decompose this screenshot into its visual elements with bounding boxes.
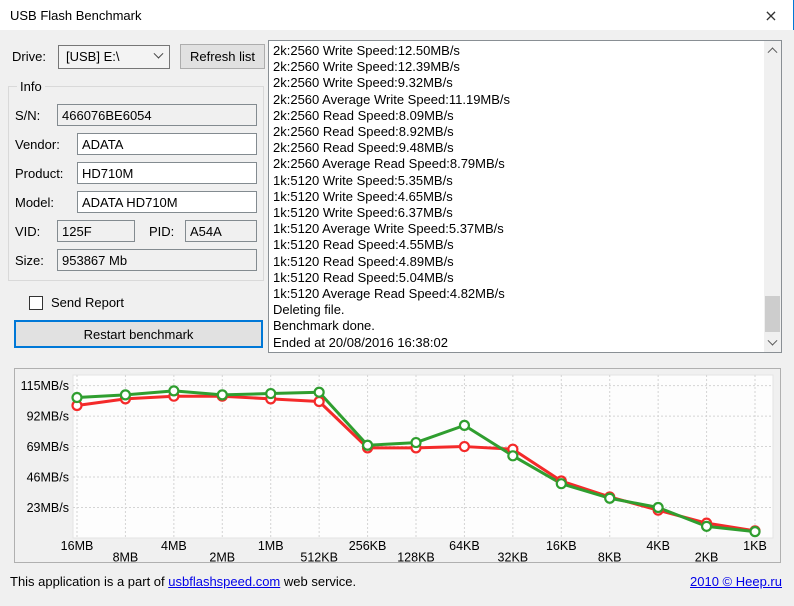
title-bar: USB Flash Benchmark × (0, 0, 794, 30)
svg-text:512KB: 512KB (300, 551, 338, 563)
log-line: 2k:2560 Write Speed:12.50MB/s (273, 43, 460, 58)
benchmark-chart: 23MB/s 46MB/s 69MB/s 92MB/s 115MB/s 16MB 8MB 4M… (14, 368, 781, 563)
svg-text:46MB/s: 46MB/s (27, 471, 69, 485)
left-panel: Drive: [USB] E:\ Refresh list Info S/N: … (0, 30, 266, 348)
model-field[interactable] (77, 191, 257, 213)
footer-text-after: web service. (280, 574, 357, 589)
vendor-field[interactable] (77, 133, 257, 155)
drive-select[interactable]: [USB] E:\ (58, 44, 170, 69)
log-line: 2k:2560 Average Write Speed:11.19MB/s (273, 91, 511, 107)
log-line: 1k:5120 Average Read Speed:4.82MB/s (273, 286, 505, 302)
info-legend: Info (20, 79, 42, 94)
log-line: 1k:5120 Read Speed:4.89MB/s (273, 253, 454, 269)
log-line: 1k:5120 Write Speed:5.35MB/s (273, 172, 453, 188)
log-line: 2k:2560 Read Speed:8.92MB/s (273, 124, 454, 140)
restart-benchmark-button[interactable]: Restart benchmark (14, 320, 263, 348)
log-line: Benchmark done. (273, 318, 375, 334)
svg-text:115MB/s: 115MB/s (21, 379, 69, 393)
footer: This application is a part of usbflashsp… (0, 572, 794, 589)
vid-field[interactable] (57, 220, 135, 242)
svg-text:2KB: 2KB (695, 551, 719, 563)
svg-text:8KB: 8KB (598, 551, 622, 563)
log-line: 1k:5120 Write Speed:4.65MB/s (273, 188, 453, 204)
sn-field[interactable] (57, 104, 257, 126)
close-icon: × (764, 5, 778, 25)
chevron-up-icon (767, 47, 778, 58)
speed-chart-svg: 23MB/s 46MB/s 69MB/s 92MB/s 115MB/s 16MB 8MB 4M… (21, 374, 774, 563)
usbflashspeed-link[interactable]: usbflashspeed.com (168, 574, 280, 589)
footer-text-before: This application is a part of (10, 574, 169, 589)
log-line: 2k:2560 Read Speed:9.48MB/s (273, 140, 454, 156)
copyright-link[interactable]: 2010 © Heep.ru (690, 574, 782, 589)
svg-text:8MB: 8MB (113, 551, 139, 563)
log-line: 1k:5120 Average Write Speed:5.37MB/s (273, 221, 504, 237)
scrollbar-thumb[interactable] (765, 296, 780, 332)
svg-text:23MB/s: 23MB/s (27, 501, 69, 515)
send-report-row: Send Report (29, 295, 266, 310)
log-line: 1k:5120 Read Speed:5.04MB/s (273, 269, 454, 285)
log-line: 2k:2560 Write Speed:9.32MB/s (273, 75, 453, 91)
svg-text:256KB: 256KB (349, 539, 387, 553)
vendor-row: Vendor: (15, 133, 257, 155)
close-button[interactable]: × (749, 0, 793, 30)
window-title: USB Flash Benchmark (10, 7, 142, 23)
send-report-label: Send Report (51, 295, 124, 310)
sn-label: S/N: (15, 107, 41, 123)
pid-label: PID: (149, 223, 175, 239)
chevron-down-icon (153, 48, 164, 59)
size-field[interactable] (57, 249, 257, 271)
pid-field[interactable] (185, 220, 257, 242)
log-line: 2k:2560 Average Read Speed:8.79MB/s (273, 156, 505, 172)
log-line: 2k:2560 Write Speed:12.39MB/s (273, 59, 460, 75)
send-report-checkbox[interactable] (29, 295, 43, 310)
svg-text:4KB: 4KB (646, 539, 670, 553)
log-output[interactable]: 2k:2560 Write Speed:12.50MB/s 2k:2560 Wri… (268, 40, 782, 353)
svg-text:92MB/s: 92MB/s (27, 410, 69, 424)
scroll-down-button[interactable] (764, 335, 781, 352)
chevron-down-icon (767, 335, 778, 346)
log-line: Ended at 20/08/2016 16:38:02 (273, 334, 448, 350)
log-lines: 2k:2560 Write Speed:12.50MB/s 2k:2560 Wri… (269, 41, 781, 351)
svg-text:1KB: 1KB (743, 539, 767, 553)
log-scrollbar[interactable] (764, 41, 781, 352)
log-line: 1k:5120 Read Speed:4.55MB/s (273, 237, 454, 253)
drive-row: Drive: [USB] E:\ Refresh list (12, 44, 266, 69)
drive-selected-value: [USB] E:\ (66, 49, 120, 64)
vendor-label: Vendor: (15, 136, 60, 152)
svg-text:4MB: 4MB (161, 539, 187, 553)
svg-text:16KB: 16KB (546, 539, 577, 553)
drive-label: Drive: (12, 49, 46, 64)
model-row: Model: (15, 191, 257, 213)
product-field[interactable] (77, 162, 257, 184)
log-line: Deleting file. (273, 302, 345, 318)
footer-text: This application is a part of usbflashsp… (10, 574, 356, 589)
product-row: Product: (15, 162, 257, 184)
sn-row: S/N: (15, 104, 257, 126)
scrollbar-track[interactable] (764, 58, 781, 335)
log-line: 2k:2560 Read Speed:8.09MB/s (273, 107, 454, 123)
refresh-list-button[interactable]: Refresh list (180, 44, 265, 69)
vid-label: VID: (15, 223, 41, 239)
log-line: 1k:5120 Write Speed:6.37MB/s (273, 205, 453, 221)
svg-text:64KB: 64KB (449, 539, 480, 553)
svg-text:128KB: 128KB (397, 551, 435, 563)
svg-text:2MB: 2MB (209, 551, 235, 563)
info-groupbox: Info S/N: Vendor: Product: Model: VID: P… (8, 79, 264, 281)
svg-text:1MB: 1MB (258, 539, 284, 553)
svg-text:32KB: 32KB (498, 551, 529, 563)
model-label: Model: (15, 194, 55, 210)
scroll-up-button[interactable] (764, 41, 781, 58)
size-row: Size: (15, 249, 257, 271)
size-label: Size: (15, 252, 44, 268)
svg-text:69MB/s: 69MB/s (27, 440, 69, 454)
product-label: Product: (15, 165, 64, 181)
svg-text:16MB: 16MB (61, 539, 94, 553)
vid-pid-row: VID: PID: (15, 220, 257, 242)
